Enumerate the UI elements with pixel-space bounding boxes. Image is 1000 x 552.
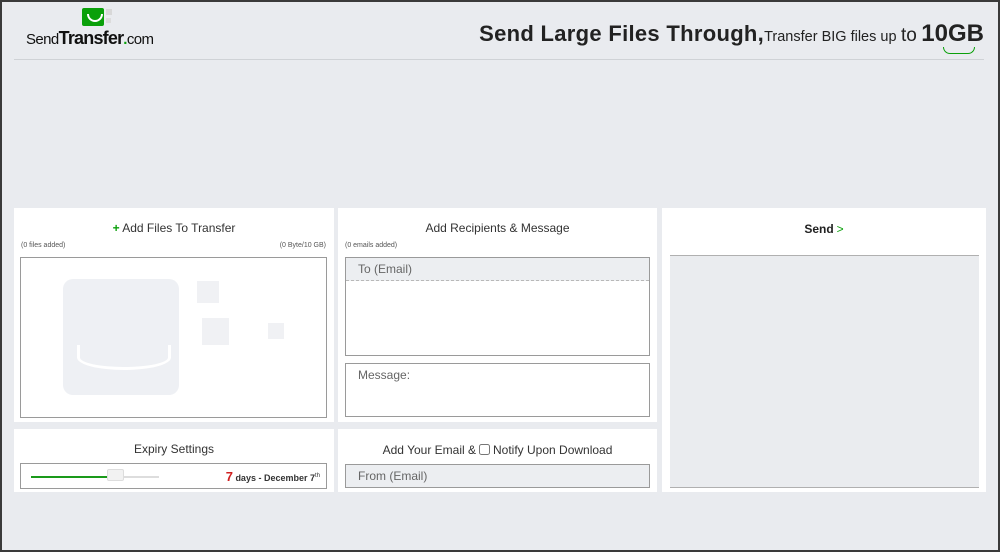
email-panel: Add Your Email & Notify Upon Download (338, 429, 657, 492)
logo-com: com (126, 31, 154, 48)
expiry-date-suffix: th (314, 473, 320, 479)
notify-label[interactable]: Notify Upon Download (493, 443, 612, 457)
logo-square-icon (106, 18, 111, 23)
tagline-sub: Transfer BIG files up (764, 29, 897, 45)
message-textarea[interactable] (345, 363, 650, 417)
notify-checkbox[interactable] (479, 444, 490, 455)
expiry-slider-track[interactable] (31, 476, 159, 478)
email-title: Add Your Email & Notify Upon Download (338, 443, 657, 457)
logo[interactable]: SendTransfer.com (26, 8, 176, 48)
chevron-right-icon: > (836, 222, 844, 236)
expiry-panel: Expiry Settings 7 days - December 7th (14, 429, 334, 492)
decor-square-icon (268, 323, 284, 339)
files-size: (0 Byte/10 GB) (279, 242, 326, 249)
logo-send: Send (26, 31, 59, 48)
logo-text: SendTransfer.com (26, 28, 154, 49)
send-label: Send (804, 222, 834, 236)
expiry-slider-handle[interactable] (106, 469, 124, 481)
files-count: (0 files added) (21, 242, 66, 249)
plus-icon: + (112, 221, 120, 235)
decor-square-icon (202, 318, 229, 345)
emails-count: (0 emails added) (345, 242, 398, 249)
send-button[interactable]: Send > (662, 222, 986, 236)
tagline: Send Large Files Through,Transfer BIG fi… (479, 20, 984, 54)
expiry-days: 7 (225, 469, 233, 484)
to-email-input[interactable] (346, 258, 649, 281)
smile-icon (82, 8, 104, 26)
to-box (345, 257, 650, 356)
tagline-main: Send Large Files Through, (479, 21, 765, 46)
recipients-panel: Add Recipients & Message (0 emails added… (338, 208, 657, 422)
from-email-input[interactable] (345, 464, 650, 488)
smile-icon (63, 279, 179, 395)
expiry-date: days - December 7 (235, 473, 315, 483)
logo-square-icon (106, 9, 112, 15)
logo-transfer: Transfer (58, 28, 124, 48)
header: SendTransfer.com Send Large Files Throug… (14, 2, 984, 60)
recipients-title: Add Recipients & Message (425, 221, 570, 235)
send-preview-area (670, 255, 979, 488)
files-panel: + Add Files To Transfer (0 files added) … (14, 208, 334, 422)
expiry-value: 7 days - December 7th (226, 469, 320, 484)
email-title-label: Add Your Email & (382, 443, 476, 457)
decor-square-icon (197, 281, 219, 303)
send-panel: Send > (662, 208, 986, 492)
expiry-slider-fill (31, 476, 108, 478)
tagline-to: to (900, 25, 917, 46)
expiry-box: 7 days - December 7th (20, 463, 327, 489)
expiry-title: Expiry Settings (133, 442, 215, 456)
add-files-label: Add Files To Transfer (122, 221, 236, 235)
tagline-size: 10GB (921, 20, 984, 54)
add-files-button[interactable]: + Add Files To Transfer (14, 221, 334, 235)
file-dropzone[interactable] (20, 257, 327, 418)
